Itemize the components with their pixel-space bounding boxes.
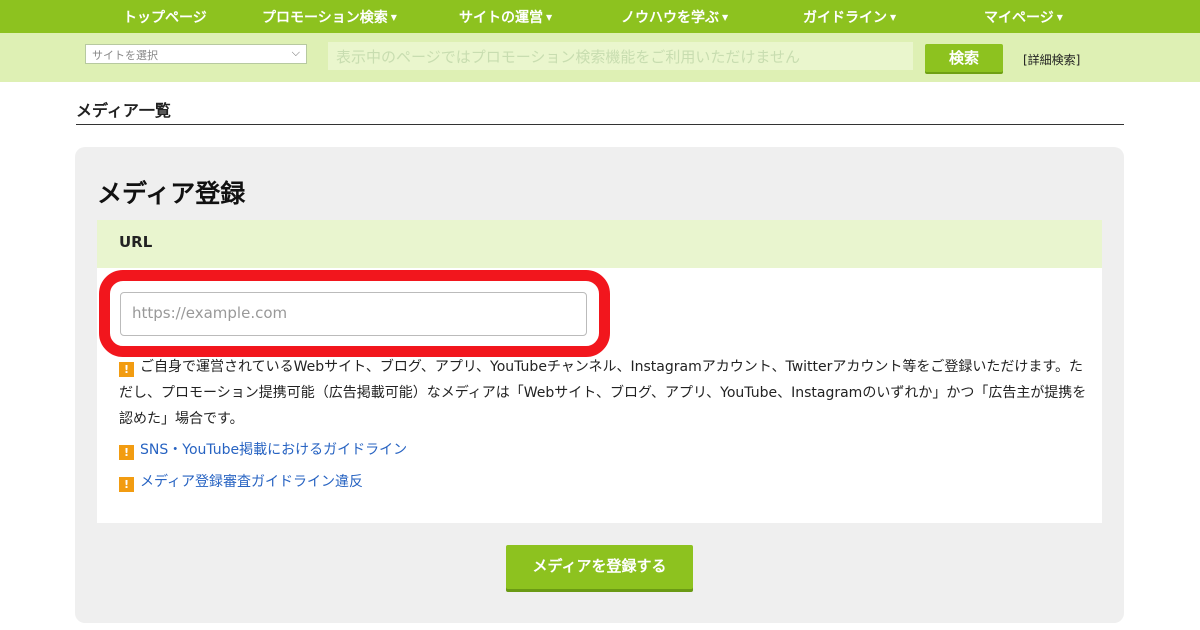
nav-item-top-page[interactable]: トップページ (123, 7, 207, 27)
caret-down-icon: ▼ (546, 13, 553, 22)
caret-down-icon: ▼ (1056, 13, 1063, 22)
top-navigation: トップページ プロモーション検索 ▼ サイトの運営 ▼ ノウハウを学ぶ ▼ ガイドライ… (0, 0, 1200, 33)
site-select-value: サイトを選択 (92, 49, 158, 62)
sns-youtube-guideline-link[interactable]: ! SNS・YouTube掲載におけるガイドライン (119, 439, 407, 460)
registration-note: ! ご自身で運営されているWebサイト、ブログ、アプリ、YouTubeチャンネル、… (119, 359, 1087, 427)
site-select[interactable]: サイトを選択 ⌵ (85, 44, 307, 64)
url-input[interactable]: https://example.com (120, 292, 587, 336)
caret-down-icon: ▼ (722, 13, 729, 22)
warning-icon: ! (119, 477, 134, 492)
title-divider (76, 124, 1124, 125)
url-form-card: URL https://example.com ! ご自身で運営されているWebサ… (97, 220, 1102, 523)
search-bar: サイトを選択 ⌵ 表示中のページではプロモーション検索機能をご利用いただけません… (0, 33, 1200, 82)
page-title: メディア一覧 (76, 101, 171, 120)
media-registration-panel: メディア登録 URL https://example.com ! ご自身で運営され… (75, 147, 1124, 623)
warning-icon: ! (119, 362, 134, 377)
search-input[interactable]: 表示中のページではプロモーション検索機能をご利用いただけません (328, 42, 913, 70)
nav-item-learn-knowhow[interactable]: ノウハウを学ぶ ▼ (621, 7, 728, 27)
form-title: メディア登録 (97, 179, 246, 208)
review-guideline-violation-link[interactable]: ! メディア登録審査ガイドライン違反 (119, 471, 363, 492)
caret-down-icon: ▼ (890, 13, 897, 22)
caret-down-icon: ▼ (390, 13, 397, 22)
nav-item-site-management[interactable]: サイトの運営 ▼ (459, 7, 552, 27)
warning-icon: ! (119, 445, 134, 460)
nav-item-my-page[interactable]: マイページ ▼ (984, 7, 1063, 27)
register-media-button[interactable]: メディアを登録する (506, 545, 693, 589)
url-label: URL (97, 220, 1102, 268)
chevron-down-icon: ⌵ (291, 46, 300, 59)
search-button[interactable]: 検索 (925, 44, 1003, 72)
advanced-search-link[interactable]: [詳細検索] (1023, 51, 1080, 68)
nav-item-promotion-search[interactable]: プロモーション検索 ▼ (262, 7, 397, 27)
nav-item-guidelines[interactable]: ガイドライン ▼ (803, 7, 896, 27)
